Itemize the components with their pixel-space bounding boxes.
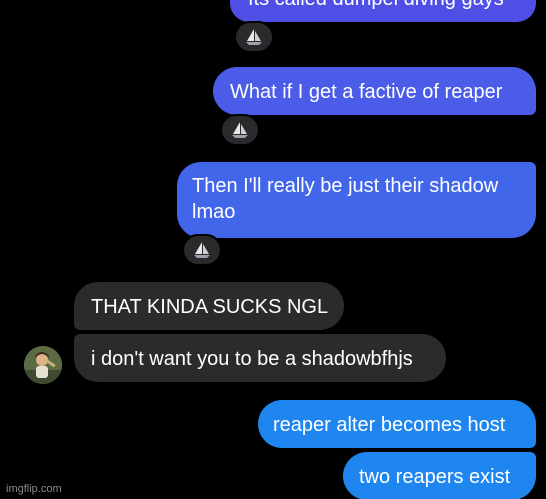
reaction-badge[interactable] [182, 234, 222, 266]
message-text: THAT KINDA SUCKS NGL [91, 296, 329, 318]
reaction-badge[interactable] [220, 114, 260, 146]
message-text-line: lmao [192, 201, 236, 223]
message-bubble-outgoing[interactable]: Its called dumpel diving gays [230, 0, 536, 22]
sailboat-icon [194, 242, 210, 258]
message-bubble-incoming[interactable]: i don't want you to be a shadowbfhjs [74, 334, 446, 382]
watermark: imgflip.com [6, 483, 62, 495]
message-text: reaper alter becomes host [273, 414, 506, 436]
sailboat-icon [246, 29, 262, 45]
message-text-line: Then I'll really be just their shadow [192, 175, 499, 197]
avatar[interactable] [24, 346, 62, 384]
message-bubble-incoming[interactable]: THAT KINDA SUCKS NGL [74, 282, 344, 330]
sailboat-icon [232, 122, 248, 138]
message-bubble-outgoing[interactable]: Then I'll really be just their shadow lm… [177, 162, 536, 238]
chat-screen: Its called dumpel diving gays What if I … [0, 0, 546, 499]
message-text: What if I get a factive of reaper [230, 81, 503, 103]
message-text: Its called dumpel diving gays [248, 0, 504, 10]
message-text: two reapers exist [359, 466, 511, 488]
message-bubble-outgoing[interactable]: What if I get a factive of reaper [213, 67, 536, 115]
reaction-badge[interactable] [234, 21, 274, 53]
message-text: i don't want you to be a shadowbfhjs [91, 348, 413, 370]
message-bubble-outgoing[interactable]: two reapers exist [343, 452, 536, 499]
message-bubble-outgoing[interactable]: reaper alter becomes host [258, 400, 536, 448]
avatar-icon [24, 346, 62, 384]
